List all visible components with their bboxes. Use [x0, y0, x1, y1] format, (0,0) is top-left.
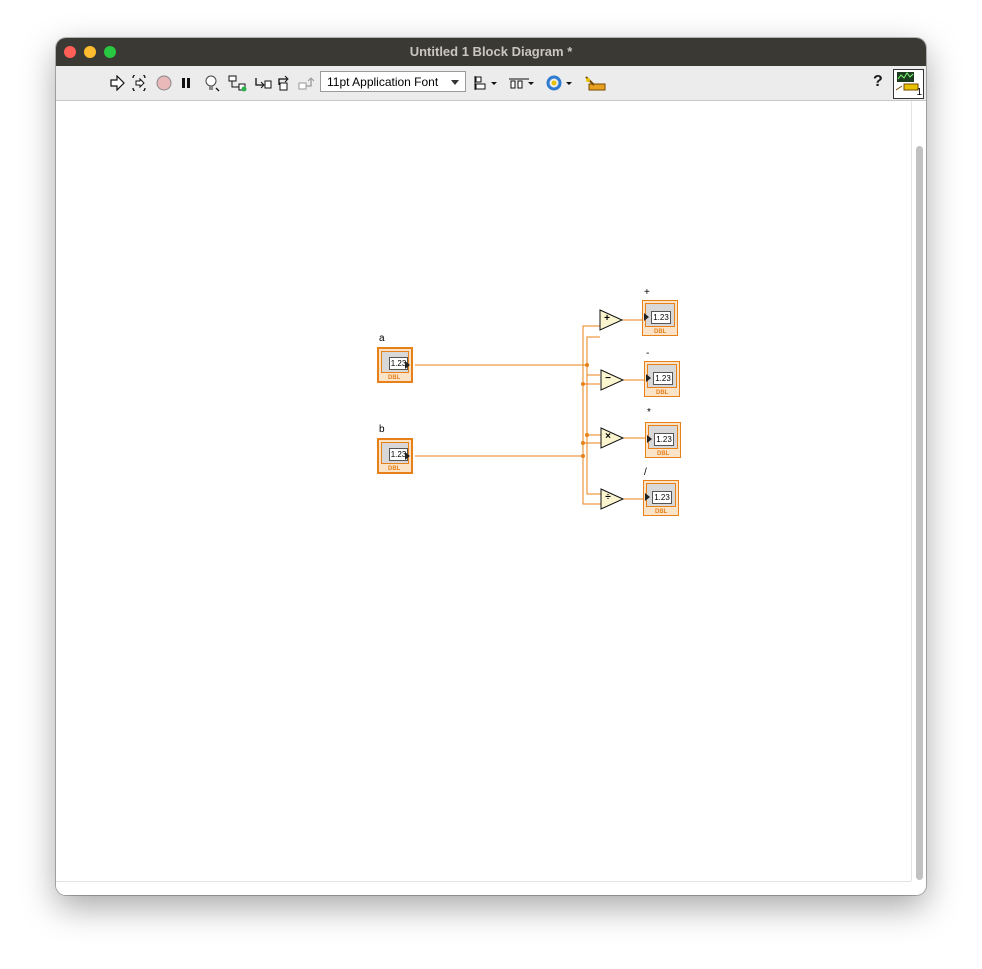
output-arrow-icon [405, 361, 410, 369]
reorder-icon[interactable] [544, 73, 574, 93]
vi-icon-connector-pane[interactable]: 1 [893, 69, 924, 99]
indicator-subtract-type: DBL [656, 390, 669, 396]
wire-junction [581, 454, 585, 458]
multiply-symbol: × [605, 431, 611, 442]
indicator-add-value: 1.23 [651, 311, 671, 324]
indicator-multiply-type: DBL [657, 451, 670, 457]
add-symbol: + [604, 313, 610, 324]
indicator-subtract-terminal[interactable]: 1.23 DBL [644, 361, 680, 397]
control-b-label[interactable]: b [379, 424, 385, 435]
wire-junction [581, 382, 585, 386]
input-arrow-icon [646, 374, 651, 382]
wire-junction [585, 363, 589, 367]
add-node[interactable]: + [599, 310, 621, 330]
horizontal-scrollbar[interactable] [56, 881, 911, 895]
step-over-icon[interactable] [275, 73, 295, 93]
indicator-subtract-value: 1.23 [653, 372, 673, 385]
font-select[interactable]: 11pt Application Font [320, 71, 466, 92]
run-icon[interactable] [107, 73, 127, 93]
chevron-down-icon [451, 80, 459, 85]
indicator-divide-value: 1.23 [652, 491, 672, 504]
control-b-terminal[interactable]: 1.23 DBL [377, 438, 413, 474]
pause-icon[interactable] [176, 73, 196, 93]
run-continuously-icon[interactable] [129, 73, 149, 93]
control-a-type: DBL [388, 375, 401, 381]
wire-junction [581, 441, 585, 445]
abort-icon[interactable] [154, 73, 174, 93]
indicator-divide-terminal[interactable]: 1.23 DBL [643, 480, 679, 516]
vertical-scrollbar[interactable] [911, 101, 926, 881]
control-b-type: DBL [388, 466, 401, 472]
clean-up-diagram-icon[interactable] [583, 73, 607, 93]
subtract-symbol: − [605, 373, 611, 384]
distribute-objects-icon[interactable] [508, 73, 536, 93]
wire-a-subtract [586, 365, 600, 376]
block-diagram-canvas[interactable]: + − × ÷ a 1.23 DBL b 1.23 DBL + 1.23 DBL [56, 101, 926, 895]
wires [415, 309, 647, 510]
vertical-scroll-thumb[interactable] [916, 146, 923, 880]
context-help-button[interactable]: ? [873, 73, 883, 91]
indicator-subtract-label[interactable]: - [646, 348, 649, 359]
indicator-multiply-value: 1.23 [654, 433, 674, 446]
font-select-value: 11pt Application Font [327, 75, 439, 89]
control-a-label[interactable]: a [379, 333, 385, 344]
wire-b-divide [582, 456, 601, 505]
highlight-execution-icon[interactable] [202, 73, 222, 93]
wire-a-add [415, 336, 600, 366]
indicator-add-label[interactable]: + [644, 287, 650, 298]
multiply-node[interactable]: × [600, 428, 622, 448]
indicator-multiply-terminal[interactable]: 1.23 DBL [645, 422, 681, 458]
align-objects-icon[interactable] [474, 73, 500, 93]
indicator-divide-type: DBL [655, 509, 668, 515]
step-into-icon[interactable] [253, 73, 273, 93]
block-diagram-window: Untitled 1 Block Diagram * 11pt Applicat… [56, 38, 926, 895]
input-arrow-icon [647, 435, 652, 443]
retain-wire-values-icon[interactable] [227, 73, 247, 93]
output-arrow-icon [405, 452, 410, 460]
title-bar[interactable]: Untitled 1 Block Diagram * [56, 38, 926, 66]
wire-b-subtract [415, 383, 600, 457]
divide-node[interactable]: ÷ [600, 489, 622, 509]
indicator-add-terminal[interactable]: 1.23 DBL [642, 300, 678, 336]
step-out-icon[interactable] [296, 73, 316, 93]
input-arrow-icon [645, 493, 650, 501]
input-arrow-icon [644, 313, 649, 321]
indicator-multiply-label[interactable]: * [647, 407, 651, 418]
window-title: Untitled 1 Block Diagram * [409, 44, 573, 59]
indicator-divide-label[interactable]: / [644, 467, 647, 478]
wire-junction [585, 433, 589, 437]
wire-b-add [582, 325, 600, 456]
divide-symbol: ÷ [605, 492, 611, 503]
connector-pane-number: 1 [916, 87, 922, 98]
wire-a-divide [586, 435, 601, 495]
subtract-node[interactable]: − [600, 370, 622, 390]
control-a-terminal[interactable]: 1.23 DBL [377, 347, 413, 383]
toolbar: 11pt Application Font ? 1 [56, 66, 926, 101]
indicator-add-type: DBL [654, 329, 667, 335]
